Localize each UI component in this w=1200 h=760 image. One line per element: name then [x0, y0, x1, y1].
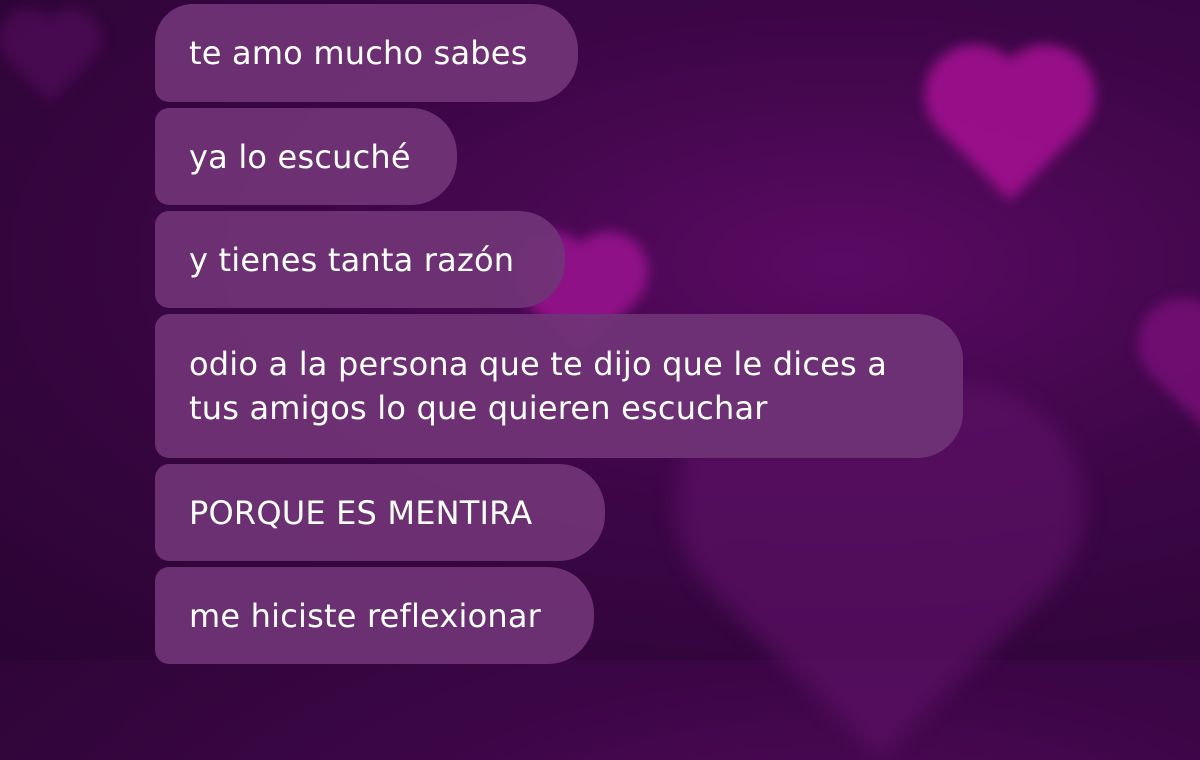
message-bubble[interactable]: te amo mucho sabes	[155, 4, 578, 102]
message-bubble[interactable]: PORQUE ES MENTIRA	[155, 464, 605, 561]
heart-decoration-icon	[1151, 311, 1200, 439]
message-text: ya lo escuché	[189, 137, 411, 176]
message-text: me hiciste reflexionar	[189, 596, 542, 635]
heart-decoration-icon	[7, 17, 93, 103]
message-text: odio a la persona que te dijo que le dic…	[189, 345, 888, 427]
message-text: PORQUE ES MENTIRA	[189, 493, 533, 532]
message-text: y tienes tanta razón	[189, 240, 515, 279]
message-bubble[interactable]: y tienes tanta razón	[155, 211, 565, 308]
message-bubble[interactable]: ya lo escuché	[155, 108, 457, 205]
message-bubble[interactable]: odio a la persona que te dijo que le dic…	[155, 314, 963, 458]
message-list: te amo mucho sabes ya lo escuché y tiene…	[155, 0, 1055, 664]
message-bubble[interactable]: me hiciste reflexionar	[155, 567, 594, 664]
message-text: te amo mucho sabes	[189, 34, 528, 72]
